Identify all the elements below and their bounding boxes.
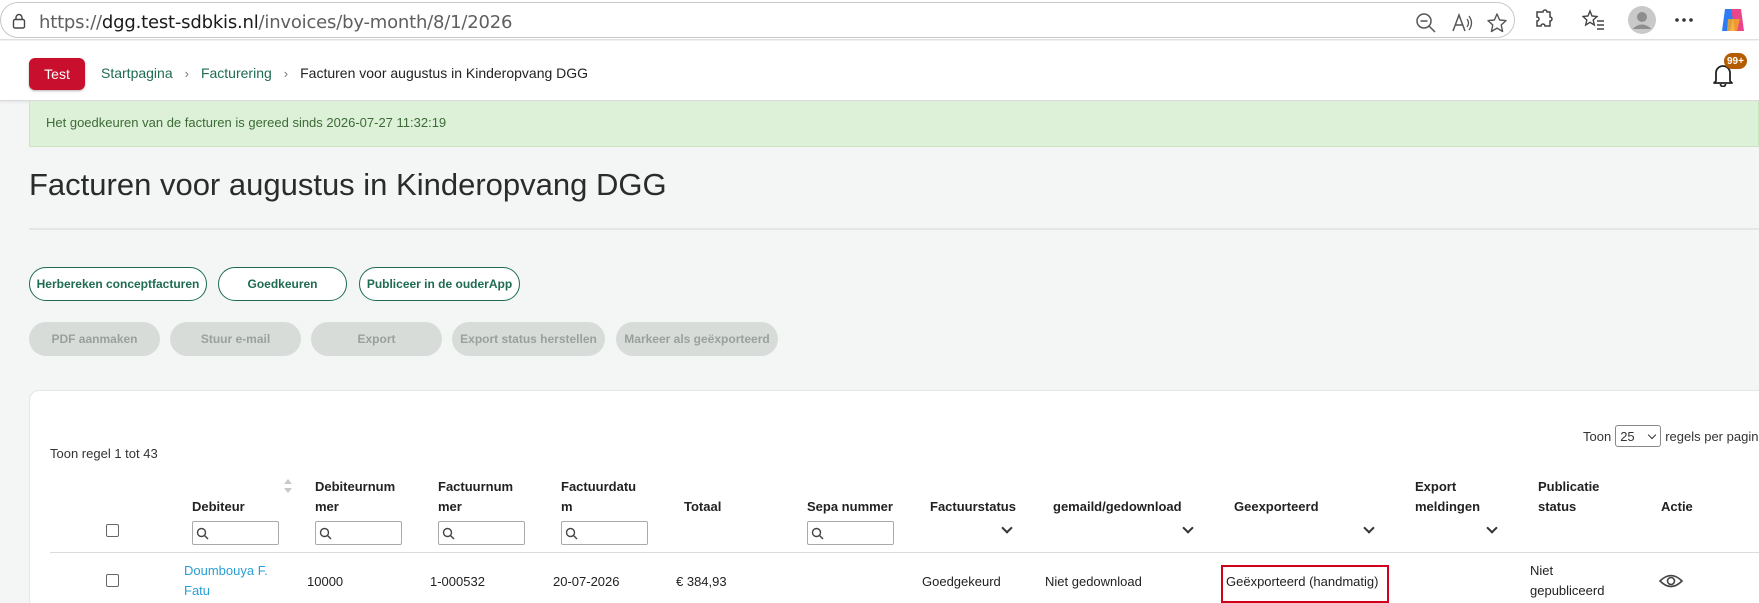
row-factuurnummer: 1-000532 [430,574,485,589]
col-factuurnummer[interactable]: Factuurnum mer [438,477,513,517]
breadcrumb: Startpagina › Facturering › Facturen voo… [101,65,588,81]
recalculate-button[interactable]: Herbereken conceptfacturen [29,267,207,301]
col-debiteurnummer[interactable]: Debiteurnum mer [315,477,395,517]
search-icon [811,527,824,540]
favorites-icon[interactable] [1582,8,1606,32]
col-gemaild[interactable]: gemaild/gedownload [1053,497,1182,517]
title-divider [29,228,1759,230]
url-host: dgg.test-sdbkis.nl [101,12,259,33]
header-divider [50,552,1759,553]
publish-button[interactable]: Publiceer in de ouderApp [359,267,520,301]
app-header: Test Startpagina › Facturering › Facture… [0,41,1759,101]
row-totaal: € 384,93 [676,574,727,589]
pdf-button[interactable]: PDF aanmaken [29,322,160,356]
search-icon [319,527,332,540]
col-export-meldingen[interactable]: Export meldingen [1415,477,1480,517]
breadcrumb-startpagina[interactable]: Startpagina [101,65,173,81]
col-actie: Actie [1661,499,1693,514]
per-page-control: Toon 25 regels per pagina [1583,425,1759,447]
breadcrumb-current: Facturen voor augustus in Kinderopvang D… [300,65,589,81]
row-debiteurnummer: 10000 [307,574,344,589]
reset-export-status-button[interactable]: Export status herstellen [452,322,605,356]
read-aloud-icon[interactable] [1451,12,1473,34]
success-alert: Het goedkeuren van de facturen is gereed… [29,101,1759,147]
row-publicatie: Niet gepubliceerd [1530,563,1605,598]
copilot-icon[interactable] [1718,5,1748,35]
profile-avatar[interactable] [1628,6,1656,34]
address-bar[interactable]: https://dgg.test-sdbkis.nl/invoices/by-m… [0,2,1515,38]
chevron-right-icon: › [184,65,189,81]
per-page-select[interactable]: 25 [1615,425,1662,447]
col-factuurstatus[interactable]: Factuurstatus [930,497,1016,517]
mark-exported-button[interactable]: Markeer als geëxporteerd [616,322,778,356]
env-badge[interactable]: Test [29,58,85,90]
url-path: /invoices/by-month/8/1/2026 [258,12,513,33]
highlight-box [1221,565,1389,603]
row-checkbox[interactable] [106,574,119,587]
filter-factuurnummer[interactable] [438,521,525,545]
table-info: Toon regel 1 tot 43 [50,446,158,461]
select-all-checkbox[interactable] [106,524,119,537]
row-factuurstatus: Goedgekeurd [922,574,1001,589]
col-sepa[interactable]: Sepa nummer [807,497,893,517]
approve-button[interactable]: Goedkeuren [218,267,347,301]
breadcrumb-facturering[interactable]: Facturering [201,65,272,81]
filter-sepa[interactable] [807,521,894,545]
chevron-right-icon: › [283,65,289,81]
per-page-prefix: Toon [1583,428,1612,444]
search-icon [196,527,209,540]
favorite-star-icon[interactable] [1486,12,1508,34]
search-icon [442,527,455,540]
filter-debiteurnummer[interactable] [315,521,402,545]
col-debiteur[interactable]: Debiteur [192,497,245,517]
zoom-out-icon[interactable] [1415,12,1437,34]
notification-badge: 99+ [1724,53,1747,69]
row-factuurdatum: 20-07-2026 [553,574,620,589]
browser-toolbar: https://dgg.test-sdbkis.nl/invoices/by-m… [0,0,1759,40]
invoice-table-card [29,390,1759,603]
export-button[interactable]: Export [311,322,442,356]
alert-text: Het goedkeuren van de facturen is gereed… [46,115,447,130]
search-icon [565,527,578,540]
url-text[interactable]: https://dgg.test-sdbkis.nl/invoices/by-m… [39,12,512,33]
col-totaal[interactable]: Totaal [684,497,721,517]
per-page-suffix: regels per pagina [1665,428,1759,444]
col-publicatie[interactable]: Publicatie status [1538,477,1599,517]
eye-icon[interactable] [1659,572,1683,590]
col-geexporteerd[interactable]: Geexporteerd [1234,497,1319,517]
extensions-icon[interactable] [1532,8,1556,32]
more-menu-icon[interactable] [1672,8,1696,32]
send-email-button[interactable]: Stuur e-mail [170,322,301,356]
filter-factuurdatum[interactable] [561,521,648,545]
per-page-value: 25 [1620,428,1635,444]
url-prefix: https:// [39,12,102,33]
filter-debiteur[interactable] [192,521,279,545]
lock-icon[interactable] [12,13,26,29]
page-title: Facturen voor augustus in Kinderopvang D… [29,167,667,202]
row-debiteur-link[interactable]: Doumbouya F. Fatu [184,561,268,601]
col-factuurdatum[interactable]: Factuurdatu m [561,477,636,517]
sort-icon[interactable] [283,478,293,494]
row-gemaild: Niet gedownload [1045,574,1142,589]
